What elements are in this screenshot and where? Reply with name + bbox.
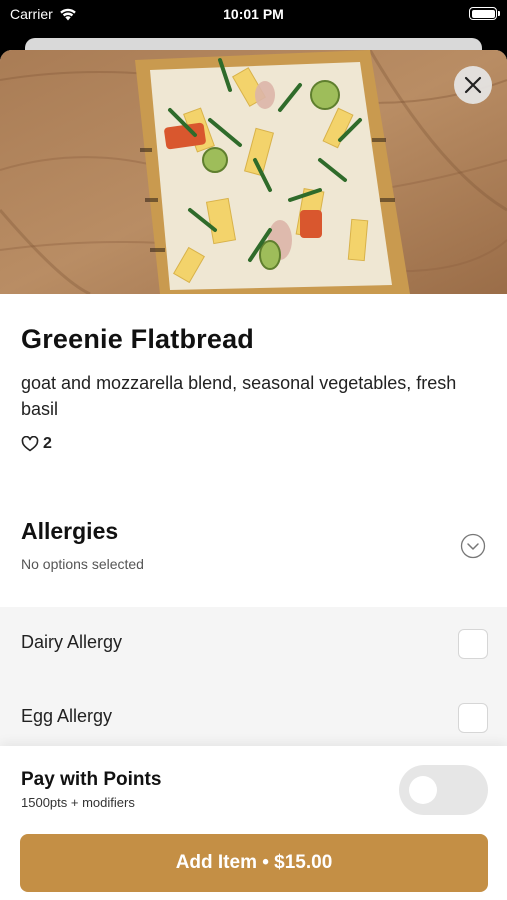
checkout-footer: Pay with Points 1500pts + modifiers Add … (0, 746, 507, 900)
egg-allergy-checkbox[interactable] (458, 703, 488, 733)
allergies-heading: Allergies (21, 518, 119, 544)
status-time: 10:01 PM (223, 6, 284, 22)
add-item-button[interactable]: Add Item • $15.00 (20, 834, 488, 892)
status-bar: Carrier 10:01 PM (0, 0, 507, 30)
allergy-options: Dairy Allergy Egg Allergy (0, 607, 507, 747)
allergy-option-dairy[interactable]: Dairy Allergy (0, 607, 507, 681)
battery-icon (469, 7, 500, 20)
item-detail-sheet: Greenie Flatbread goat and mozzarella bl… (0, 50, 507, 900)
item-description: goat and mozzarella blend, seasonal vege… (21, 373, 457, 419)
chevron-down-circle-icon[interactable] (460, 533, 486, 559)
toggle-knob (409, 776, 437, 804)
dairy-allergy-checkbox[interactable] (458, 629, 488, 659)
allergy-option-egg[interactable]: Egg Allergy (0, 681, 507, 755)
allergies-selection-summary: No options selected (21, 556, 144, 572)
item-photo (0, 50, 507, 294)
close-button[interactable] (454, 66, 492, 104)
like-count: 2 (43, 435, 52, 452)
pay-with-points-toggle[interactable] (399, 765, 488, 815)
like-button[interactable]: 2 (21, 435, 52, 453)
item-title: Greenie Flatbread (21, 324, 254, 354)
option-label: Egg Allergy (21, 706, 113, 726)
points-cost: 1500pts + modifiers (21, 795, 135, 810)
pay-with-points-label: Pay with Points (21, 769, 162, 790)
option-label: Dairy Allergy (21, 632, 123, 652)
heart-icon (21, 436, 39, 452)
close-icon (464, 76, 482, 94)
